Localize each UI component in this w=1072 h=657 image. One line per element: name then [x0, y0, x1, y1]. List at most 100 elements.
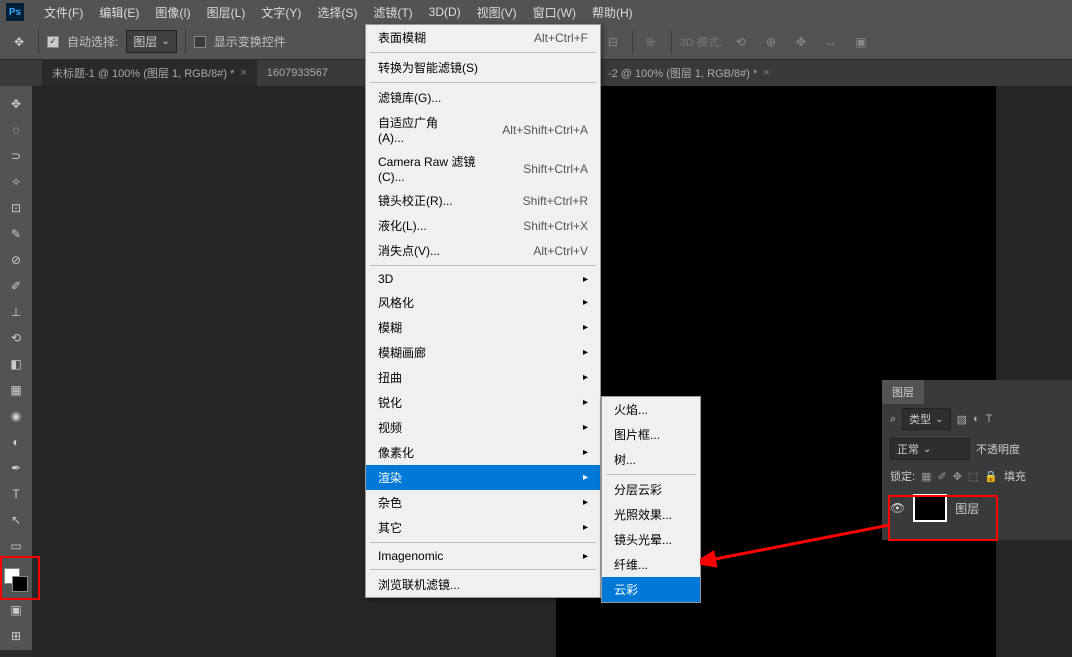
screenmode-tool[interactable]: ⊞: [2, 624, 30, 648]
close-icon[interactable]: ×: [763, 67, 769, 79]
layer-name[interactable]: 图层: [955, 500, 979, 517]
layers-panel: 图层 ⌕ 类型 ▧ ◐ T 正常 不透明度 锁定: ▦ ✐ ✥ ⬚ 🔒 填充 👁…: [882, 380, 1072, 540]
filter-camera-raw[interactable]: Camera Raw 滤镜(C)...Shift+Ctrl+A: [366, 149, 600, 188]
3d-orbit-icon[interactable]: ⟲: [730, 31, 752, 53]
doc-tab-2[interactable]: 1607933567: [257, 62, 338, 84]
render-picture-frame[interactable]: 图片框...: [602, 422, 700, 447]
menu-window[interactable]: 窗口(W): [525, 0, 584, 25]
filter-type-icon[interactable]: T: [986, 413, 993, 426]
stamp-tool[interactable]: ⊥: [2, 300, 30, 324]
marquee-tool[interactable]: ◌: [2, 118, 30, 142]
layers-tab[interactable]: 图层: [882, 380, 924, 404]
filter-video[interactable]: 视频: [366, 415, 600, 440]
color-swatches[interactable]: [2, 566, 30, 598]
type-tool[interactable]: T: [2, 482, 30, 506]
visibility-icon[interactable]: 👁: [890, 501, 905, 515]
dodge-tool[interactable]: ◐: [2, 430, 30, 454]
filter-noise[interactable]: 杂色: [366, 490, 600, 515]
menu-type[interactable]: 文字(Y): [253, 0, 309, 25]
pen-tool[interactable]: ✒: [2, 456, 30, 480]
auto-select-checkbox[interactable]: ✓: [47, 36, 59, 48]
lock-transparent-icon[interactable]: ▦: [921, 470, 931, 483]
filter-sharpen[interactable]: 锐化: [366, 390, 600, 415]
menu-3d[interactable]: 3D(D): [421, 1, 469, 23]
3d-roll-icon[interactable]: ⊕: [760, 31, 782, 53]
move-tool[interactable]: ✥: [2, 92, 30, 116]
menu-select[interactable]: 选择(S): [309, 0, 365, 25]
layer-thumbnail[interactable]: [913, 494, 947, 522]
menu-help[interactable]: 帮助(H): [584, 0, 641, 25]
shape-tool[interactable]: ▭: [2, 534, 30, 558]
layer-row[interactable]: 👁 图层: [882, 488, 1072, 528]
lock-pixels-icon[interactable]: ✐: [937, 470, 946, 483]
filter-blur[interactable]: 模糊: [366, 315, 600, 340]
menu-filter[interactable]: 滤镜(T): [365, 0, 420, 25]
menu-separator: [370, 82, 596, 83]
doc-tab-1[interactable]: 未标题-1 @ 100% (图层 1, RGB/8#) * ×: [42, 60, 257, 86]
quickmask-tool[interactable]: ▣: [2, 598, 30, 622]
menu-separator: [370, 569, 596, 570]
render-clouds[interactable]: 云彩: [602, 577, 700, 602]
magic-wand-tool[interactable]: ✧: [2, 170, 30, 194]
divider: [38, 30, 39, 54]
menu-layer[interactable]: 图层(L): [199, 0, 254, 25]
show-transform-checkbox[interactable]: [194, 36, 206, 48]
render-lens-flare[interactable]: 镜头光晕...: [602, 527, 700, 552]
3d-camera-icon[interactable]: ▣: [850, 31, 872, 53]
blend-mode-dropdown[interactable]: 正常: [890, 438, 970, 460]
path-tool[interactable]: ↖: [2, 508, 30, 532]
filter-gallery[interactable]: 滤镜库(G)...: [366, 85, 600, 110]
align-icon[interactable]: ⊟: [602, 31, 624, 53]
filter-3d[interactable]: 3D: [366, 268, 600, 290]
render-flame[interactable]: 火焰...: [602, 397, 700, 422]
filter-stylize[interactable]: 风格化: [366, 290, 600, 315]
lasso-tool[interactable]: ⊃: [2, 144, 30, 168]
lock-all-icon[interactable]: 🔒: [984, 470, 998, 483]
menu-edit[interactable]: 编辑(E): [91, 0, 147, 25]
filter-blur-gallery[interactable]: 模糊画廊: [366, 340, 600, 365]
close-icon[interactable]: ×: [240, 67, 246, 79]
crop-tool[interactable]: ⊡: [2, 196, 30, 220]
lock-position-icon[interactable]: ✥: [953, 470, 962, 483]
filter-image-icon[interactable]: ▧: [957, 413, 967, 426]
healing-tool[interactable]: ⊘: [2, 248, 30, 272]
history-brush-tool[interactable]: ⟲: [2, 326, 30, 350]
filter-render[interactable]: 渲染: [366, 465, 600, 490]
tab-label: 1607933567: [267, 67, 328, 79]
3d-slide-icon[interactable]: ↔: [820, 31, 842, 53]
filter-last[interactable]: 表面模糊Alt+Ctrl+F: [366, 25, 600, 50]
filter-imagenomic[interactable]: Imagenomic: [366, 545, 600, 567]
blur-tool[interactable]: ◉: [2, 404, 30, 428]
filter-type-dropdown[interactable]: 类型: [902, 408, 950, 430]
layer-row[interactable]: [882, 528, 1072, 540]
filter-browse[interactable]: 浏览联机滤镜...: [366, 572, 600, 597]
filter-lens[interactable]: 镜头校正(R)...Shift+Ctrl+R: [366, 188, 600, 213]
render-tree[interactable]: 树...: [602, 447, 700, 472]
distribute-icon[interactable]: ⊪: [641, 31, 663, 53]
filter-distort[interactable]: 扭曲: [366, 365, 600, 390]
filter-adjust-icon[interactable]: ◐: [973, 413, 980, 426]
filter-pixelate[interactable]: 像素化: [366, 440, 600, 465]
render-fibers[interactable]: 纤维...: [602, 552, 700, 577]
doc-tab-3[interactable]: -2 @ 100% (图层 1, RGB/8#) * ×: [598, 60, 780, 86]
menu-image[interactable]: 图像(I): [147, 0, 198, 25]
app-logo: Ps: [6, 3, 24, 21]
background-swatch[interactable]: [12, 576, 28, 592]
auto-select-dropdown[interactable]: 图层: [126, 30, 176, 53]
filter-adaptive[interactable]: 自适应广角(A)...Alt+Shift+Ctrl+A: [366, 110, 600, 149]
3d-pan-icon[interactable]: ✥: [790, 31, 812, 53]
filter-vanish[interactable]: 消失点(V)...Alt+Ctrl+V: [366, 238, 600, 263]
menu-separator: [370, 265, 596, 266]
menu-file[interactable]: 文件(F): [36, 0, 91, 25]
filter-other[interactable]: 其它: [366, 515, 600, 540]
eyedropper-tool[interactable]: ✎: [2, 222, 30, 246]
eraser-tool[interactable]: ◧: [2, 352, 30, 376]
filter-liquify[interactable]: 液化(L)...Shift+Ctrl+X: [366, 213, 600, 238]
brush-tool[interactable]: ✐: [2, 274, 30, 298]
menu-view[interactable]: 视图(V): [469, 0, 525, 25]
lock-artboard-icon[interactable]: ⬚: [968, 470, 978, 483]
render-lighting[interactable]: 光照效果...: [602, 502, 700, 527]
render-diff-clouds[interactable]: 分层云彩: [602, 477, 700, 502]
gradient-tool[interactable]: ▦: [2, 378, 30, 402]
filter-smart[interactable]: 转换为智能滤镜(S): [366, 55, 600, 80]
